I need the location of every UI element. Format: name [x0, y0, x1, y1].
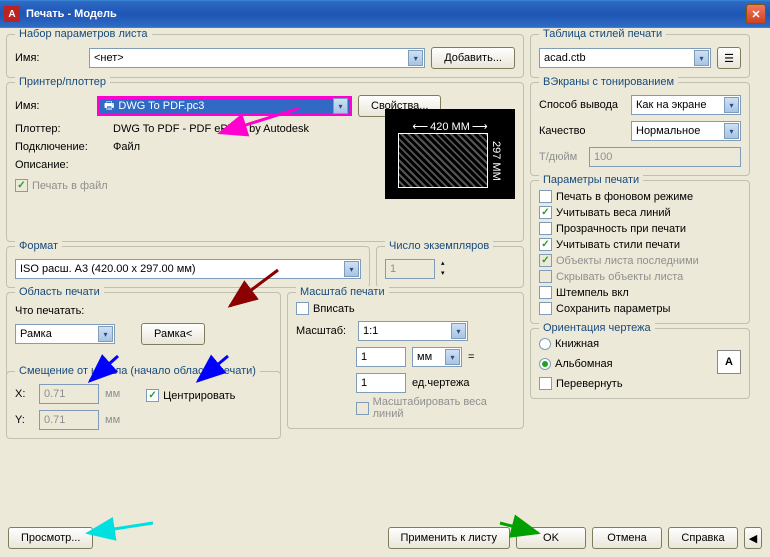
scale-unit2-input[interactable] [356, 373, 406, 393]
ok-button[interactable]: OK [516, 527, 586, 549]
style-table-select[interactable]: acad.ctb▾ [539, 48, 711, 68]
what-to-plot-label: Что печатать: [15, 305, 84, 317]
scale-label: Масштаб: [296, 325, 352, 337]
y-label: Y: [15, 414, 33, 426]
center-checkbox: Центрировать [163, 390, 235, 402]
radio-icon[interactable] [539, 338, 551, 350]
scale-unit-select[interactable]: мм▾ [412, 347, 462, 367]
drawing-units-label: ед.чертежа [412, 377, 469, 389]
checkbox-icon [356, 402, 369, 415]
scale-lineweights-checkbox: Масштабировать веса линий [373, 396, 515, 420]
chevron-down-icon: ▾ [451, 323, 466, 339]
radio-icon[interactable] [539, 358, 551, 370]
cancel-button[interactable]: Отмена [592, 527, 662, 549]
x-label: X: [15, 388, 33, 400]
close-button[interactable]: ✕ [746, 4, 766, 24]
fit-to-paper-checkbox: Вписать [313, 303, 355, 315]
orientation-group: Ориентация чертежа Книжная Альбомная A П… [530, 328, 750, 399]
copies-input [385, 259, 435, 279]
printer-name-select[interactable]: 🖶DWG To PDF.pc3▾ [97, 96, 352, 116]
printer-name-label: Имя: [15, 100, 91, 112]
print-to-file-checkbox: Печать в файл [32, 180, 108, 192]
page-setup-group: Набор параметров листа Имя: <нет>▾ Добав… [6, 34, 524, 78]
chevron-down-icon: ▾ [344, 261, 359, 277]
chevron-down-icon: ▾ [333, 98, 348, 114]
expand-button[interactable]: ◀ [744, 527, 762, 549]
connection-value: Файл [113, 141, 140, 153]
what-to-plot-select[interactable]: Рамка▾ [15, 324, 115, 344]
plotter-value: DWG To PDF - PDF ePlot - by Autodesk [113, 123, 309, 135]
style-table-group: Таблица стилей печати acad.ctb▾ ☰ [530, 34, 750, 78]
page-setup-name-select[interactable]: <нет>▾ [89, 48, 425, 68]
name-label: Имя: [15, 52, 83, 64]
checkbox-icon: ✓ [15, 179, 28, 192]
chevron-down-icon: ▾ [445, 349, 460, 365]
chevron-down-icon: ▾ [724, 123, 739, 139]
chevron-down-icon: ▾ [98, 326, 113, 342]
y-offset-input [39, 410, 99, 430]
add-button[interactable]: Добавить... [431, 47, 515, 69]
x-offset-input [39, 384, 99, 404]
orientation-icon: A [717, 350, 741, 374]
scale-unit1-input[interactable] [356, 347, 406, 367]
shaded-viewport-group: ВЭкраны с тонированием Способ выводаКак … [530, 82, 750, 176]
checkbox-icon[interactable] [296, 302, 309, 315]
app-icon: A [4, 6, 20, 22]
window-button[interactable]: Рамка< [141, 323, 205, 345]
titlebar: A Печать - Модель ✕ [0, 0, 770, 28]
help-button[interactable]: Справка [668, 527, 738, 549]
apply-to-layout-button[interactable]: Применить к листу [388, 527, 511, 549]
checkbox-icon[interactable]: ✓ [146, 389, 159, 402]
chevron-down-icon: ▾ [408, 50, 423, 66]
printer-group: Принтер/плоттер Имя: 🖶DWG To PDF.pc3▾ Св… [6, 82, 524, 242]
printer-icon: 🖶 [104, 97, 114, 116]
connection-label: Подключение: [15, 141, 107, 153]
window-title: Печать - Модель [26, 8, 117, 20]
paper-size-select[interactable]: ISO расш. A3 (420.00 x 297.00 мм)▾ [15, 259, 361, 279]
dpi-input [589, 147, 741, 167]
plotter-label: Плоттер: [15, 123, 107, 135]
paper-group: Формат ISO расш. A3 (420.00 x 297.00 мм)… [6, 246, 370, 288]
scale-select[interactable]: 1:1▾ [358, 321, 468, 341]
preview-button[interactable]: Просмотр... [8, 527, 93, 549]
description-label: Описание: [15, 159, 107, 171]
shade-mode-select[interactable]: Как на экране▾ [631, 95, 741, 115]
group-title: Набор параметров листа [15, 28, 152, 40]
plot-scale-group: Масштаб печати Вписать Масштаб: 1:1▾ мм▾… [287, 292, 524, 429]
group-title: Принтер/плоттер [15, 76, 110, 88]
style-edit-button[interactable]: ☰ [717, 47, 741, 69]
quality-select[interactable]: Нормальное▾ [631, 121, 741, 141]
spinner-down-icon[interactable]: ▾ [441, 269, 445, 279]
offset-group: Смещение от начала (начало области печат… [6, 371, 281, 439]
chevron-down-icon: ▾ [724, 97, 739, 113]
copies-group: Число экземпляров ▴▾ [376, 246, 524, 288]
chevron-down-icon: ▾ [694, 50, 709, 66]
paper-preview: ⟵420 MM⟶ 297 MM [385, 109, 515, 199]
spinner-up-icon[interactable]: ▴ [441, 259, 445, 269]
print-options-group: Параметры печати Печать в фоновом режиме… [530, 180, 750, 324]
